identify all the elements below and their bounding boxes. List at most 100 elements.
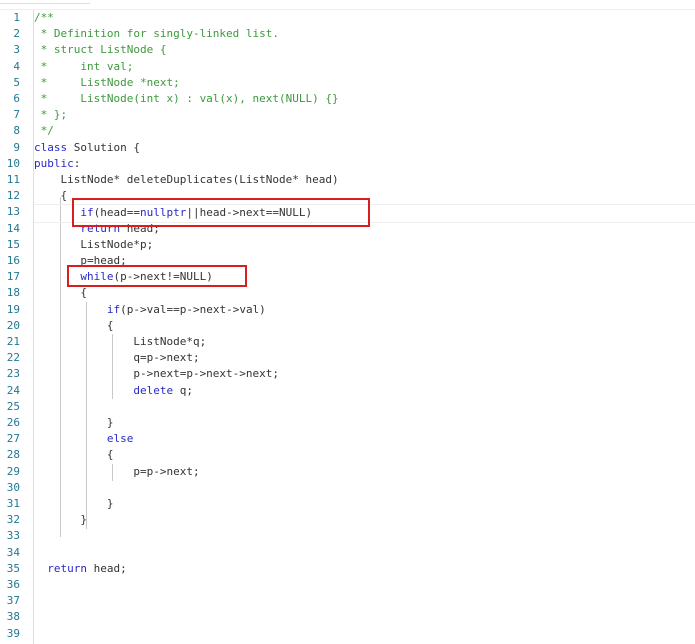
line-number: 22 [6, 351, 20, 365]
code-line: { [34, 318, 695, 334]
code-line: p=p->next; [34, 464, 695, 480]
line-number: 12 [6, 189, 20, 203]
editor-tab[interactable] [0, 0, 90, 4]
line-number: 39 [6, 626, 20, 640]
line-number: 1 [13, 11, 20, 24]
code-line: q=p->next; [34, 350, 695, 366]
code-line: } [34, 512, 695, 528]
code-token: { [34, 318, 114, 332]
line-number: 14 [6, 221, 20, 235]
code-token: ListNode* deleteDuplicates(ListNode* hea… [34, 173, 339, 186]
line-number: 32 [6, 513, 20, 527]
line-number: 17 [6, 270, 20, 284]
line-number: 21 [6, 335, 20, 348]
line-number: 9 [13, 140, 20, 154]
code-token: p->next=p->next->next; [34, 367, 280, 381]
code-token: { [34, 286, 87, 300]
code-line: * Definition for singly-linked list. [34, 26, 695, 42]
code-line: class Solution { [34, 140, 695, 156]
keyword-token: class [34, 140, 68, 154]
line-number: 13 [6, 205, 20, 219]
line-number: 10 [6, 156, 20, 170]
line-number: 16 [6, 254, 20, 267]
code-line: } [34, 415, 695, 431]
line-number: 29 [6, 464, 20, 478]
editor-top-bar [0, 0, 695, 10]
line-number: 4 [13, 59, 20, 73]
code-token: } [34, 513, 87, 527]
code-line: delete q; [34, 383, 695, 399]
comment-token: * int val; [34, 59, 134, 73]
code-editor[interactable]: /** * Definition for singly-linked list.… [34, 10, 695, 644]
line-number: 33 [6, 529, 20, 543]
line-number: 20 [6, 318, 20, 332]
code-token: q; [173, 383, 193, 397]
code-line: p->next=p->next->next; [34, 366, 695, 382]
line-number-gutter: 1 2 3 4 5 6 7 8 9 10 11 12 13 14 15 16 17 18 19 20 21 22 23 24 2… [0, 10, 34, 644]
line-number: 24 [6, 383, 20, 397]
code-line: ListNode*p; [34, 237, 695, 253]
code-token: p=p->next; [34, 464, 200, 478]
line-number: 5 [13, 75, 20, 89]
comment-token: * ListNode *next; [34, 75, 180, 89]
line-number: 25 [6, 399, 20, 413]
code-line: * int val; [34, 59, 695, 75]
code-token: ListNode*q; [34, 335, 207, 348]
line-number: 23 [6, 367, 20, 381]
line-number: 11 [6, 173, 20, 186]
comment-token: */ [34, 124, 54, 138]
line-number: 36 [6, 578, 20, 591]
code-line: return head; [34, 561, 695, 577]
line-number: 3 [13, 43, 20, 57]
comment-token: /** [34, 11, 54, 24]
code-line: { [34, 447, 695, 463]
line-number: 18 [6, 286, 20, 300]
line-number: 8 [13, 124, 20, 138]
code-line: * }; [34, 107, 695, 123]
code-token: (p->val==p->next->val) [120, 302, 266, 316]
code-line: if(p->val==p->next->val) [34, 302, 695, 318]
code-line: { [34, 285, 695, 301]
line-number: 2 [13, 27, 20, 41]
highlight-box-line-17 [67, 265, 247, 287]
code-line: * ListNode(int x) : val(x), next(NULL) {… [34, 91, 695, 107]
code-line: ListNode*q; [34, 334, 695, 350]
line-number: 7 [13, 108, 20, 122]
keyword-token: else [106, 432, 134, 446]
code-token: ListNode*p; [34, 237, 154, 251]
line-number: 38 [6, 610, 20, 624]
line-number: 6 [13, 92, 20, 105]
code-token: } [34, 497, 114, 510]
code-token: } [34, 416, 114, 429]
line-number: 15 [6, 237, 20, 251]
code-line: ListNode* deleteDuplicates(ListNode* hea… [34, 172, 695, 188]
code-token: : [73, 156, 81, 170]
code-line: * ListNode *next; [34, 75, 695, 91]
comment-token: * ListNode(int x) : val(x), next(NULL) {… [34, 92, 339, 105]
line-number: 27 [6, 432, 20, 446]
line-number: 37 [6, 594, 20, 608]
code-line: public: [34, 156, 695, 172]
line-number: 35 [6, 561, 20, 575]
comment-token: * Definition for singly-linked list. [34, 27, 280, 41]
code-token: head; [87, 561, 127, 575]
line-number: 19 [6, 302, 20, 316]
code-token: { [34, 448, 114, 462]
comment-token: * }; [34, 108, 68, 122]
code-token: q=p->next; [34, 351, 200, 365]
keyword-token: public [34, 156, 74, 170]
keyword-token: delete [133, 383, 174, 397]
code-line: /** [34, 10, 695, 26]
code-token: { [34, 189, 68, 203]
code-line: * struct ListNode { [34, 42, 695, 58]
